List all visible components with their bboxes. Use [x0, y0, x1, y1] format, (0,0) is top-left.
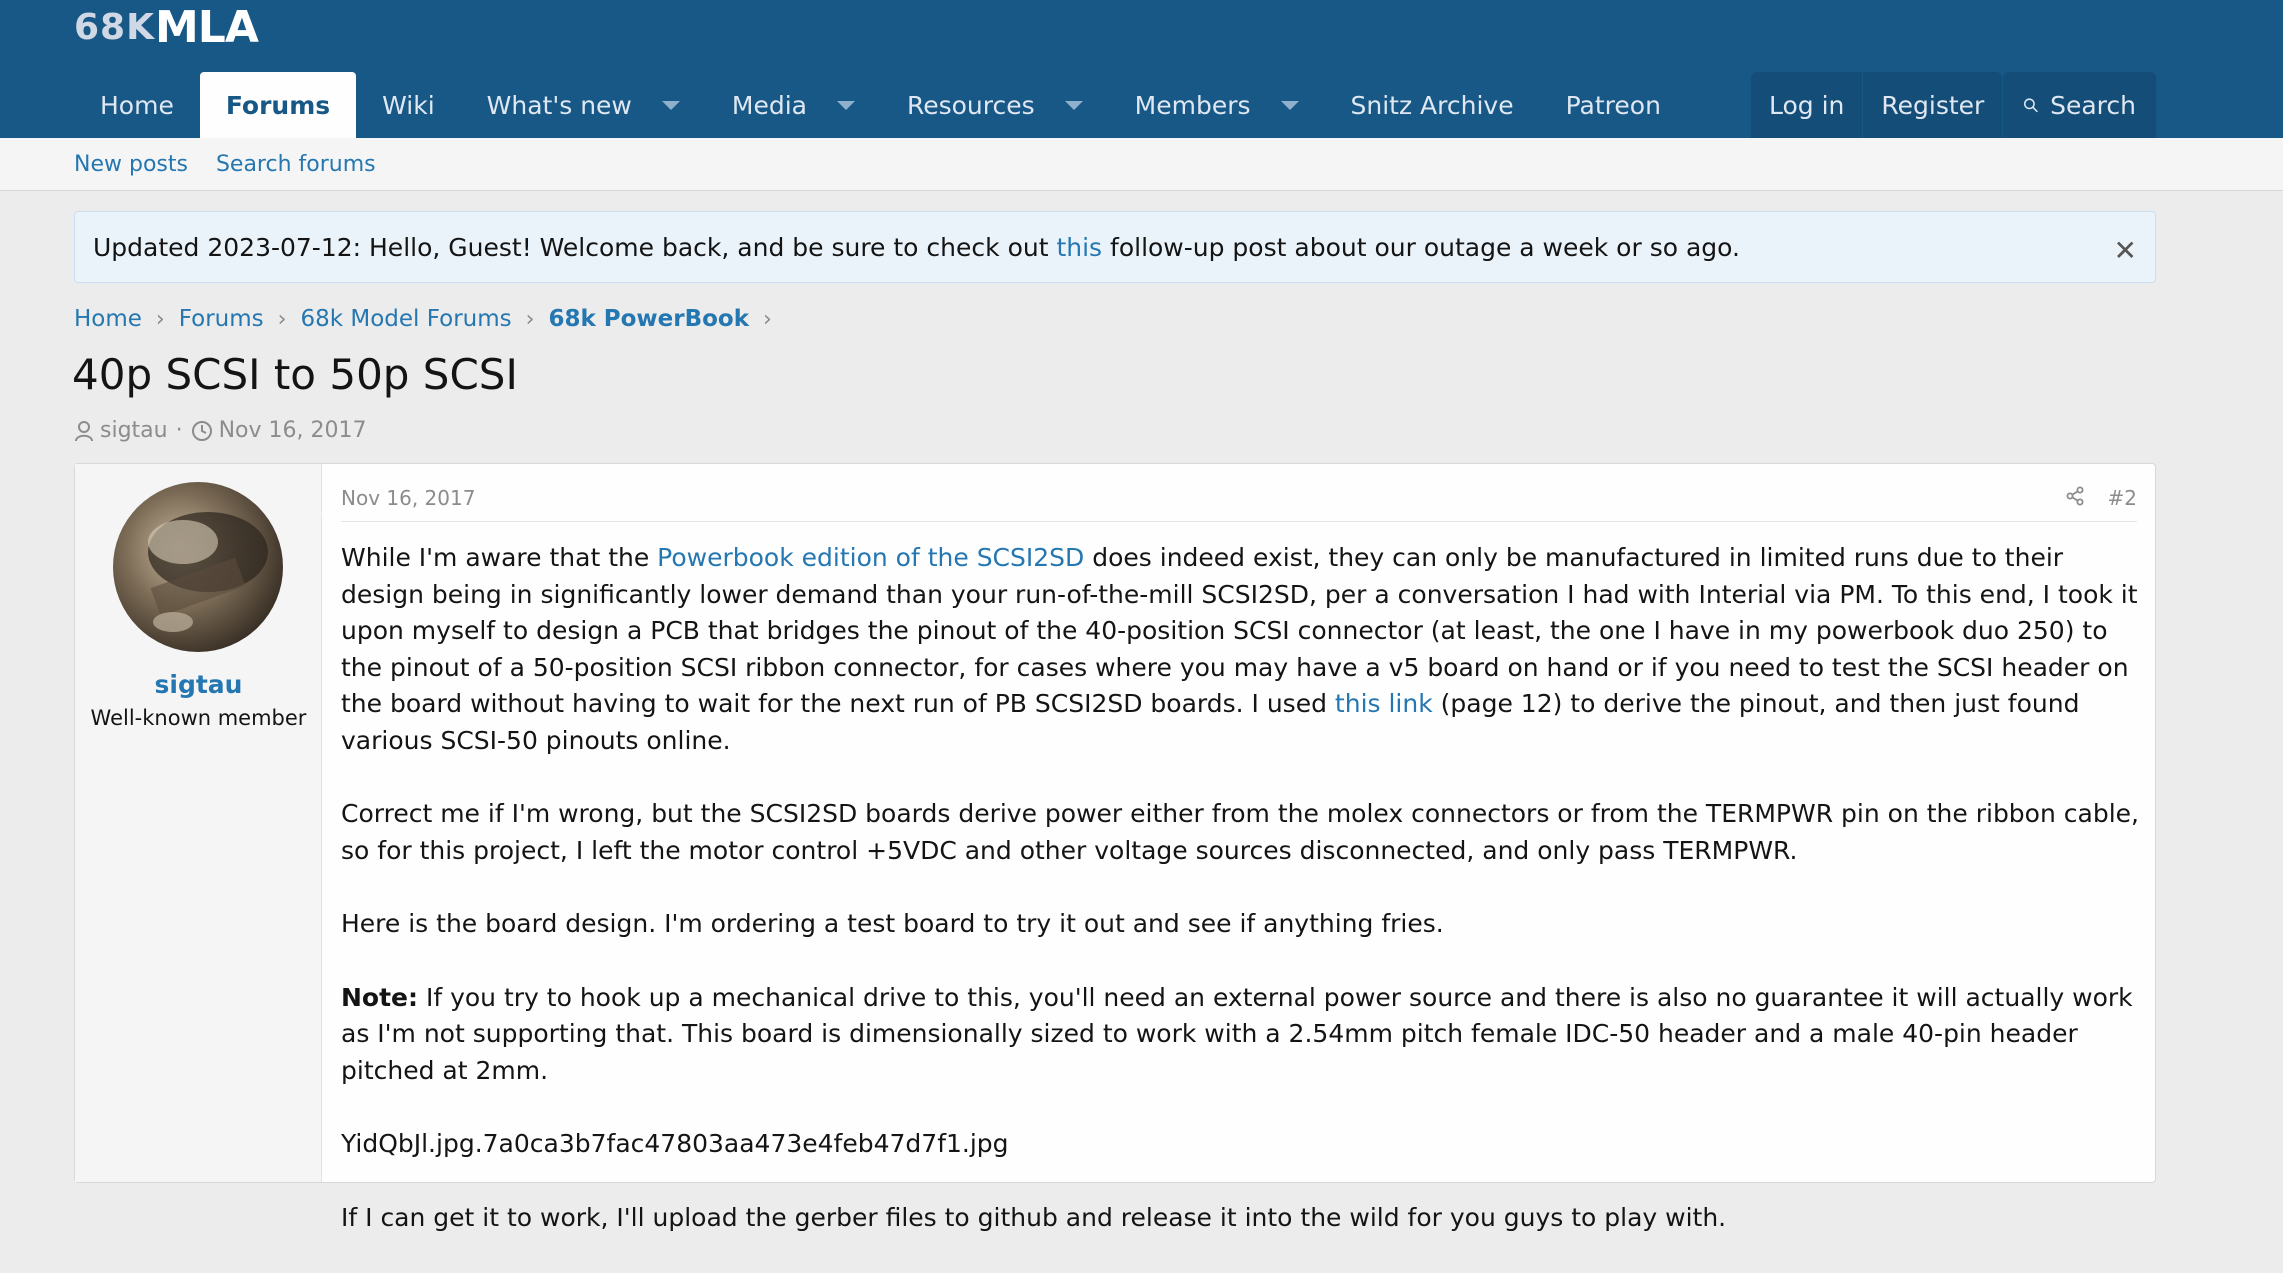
nav-whats-new-label: What's new: [486, 90, 632, 120]
avatar-image: [148, 512, 268, 632]
nav-snitz-archive[interactable]: Snitz Archive: [1325, 72, 1540, 138]
notice-banner: Updated 2023-07-12: Hello, Guest! Welcom…: [74, 211, 2156, 283]
notice-text-before: Updated 2023-07-12: Hello, Guest! Welcom…: [93, 232, 1057, 262]
nav-forums[interactable]: Forums: [199, 72, 357, 138]
attachment-filename[interactable]: YidQbJl.jpg.7a0ca3b7fac47803aa473e4feb47…: [341, 1126, 2141, 1163]
chevron-down-icon[interactable]: [836, 100, 855, 110]
chevron-down-icon[interactable]: [1064, 100, 1083, 110]
breadcrumb-home[interactable]: Home: [74, 306, 142, 332]
avatar[interactable]: [113, 482, 283, 652]
nav-members-label: Members: [1134, 90, 1251, 120]
clock-icon: [191, 420, 212, 441]
post-paragraph: Correct me if I'm wrong, but the SCSI2SD…: [341, 799, 2139, 865]
note-label: Note:: [341, 982, 419, 1012]
nav-resources-label: Resources: [906, 90, 1035, 120]
powerbook-scsi2sd-link[interactable]: Powerbook edition of the SCSI2SD: [657, 543, 1084, 572]
user-icon: [75, 420, 93, 441]
notice-link[interactable]: this: [1056, 233, 1102, 262]
notice-text-after: follow-up post about our outage a week o…: [1102, 232, 1740, 262]
nav-home[interactable]: Home: [74, 72, 200, 138]
breadcrumb-forums[interactable]: Forums: [179, 306, 264, 332]
breadcrumb: Home › Forums › 68k Model Forums › 68k P…: [74, 306, 786, 332]
login-button[interactable]: Log in: [1751, 72, 1863, 138]
account-nav: Log in Register: [1751, 72, 2003, 138]
text-span: While I'm aware that the: [341, 543, 658, 572]
post-paragraph: If I can get it to work, I'll upload the…: [341, 1202, 1727, 1232]
main-nav: Home Forums Wiki What's new Media Resour…: [74, 72, 1687, 138]
nav-snitz-label: Snitz Archive: [1350, 90, 1514, 120]
nav-patreon-label: Patreon: [1565, 90, 1661, 120]
nav-home-label: Home: [100, 90, 174, 120]
nav-wiki[interactable]: Wiki: [356, 72, 461, 138]
share-icon[interactable]: [2065, 486, 2085, 511]
notice-text: Updated 2023-07-12: Hello, Guest! Welcom…: [93, 233, 1740, 262]
chevron-right-icon: ›: [525, 306, 535, 332]
logo-main: MLA: [155, 2, 259, 53]
nav-forums-label: Forums: [225, 90, 331, 120]
chevron-down-icon[interactable]: [1280, 100, 1299, 110]
chevron-right-icon: ›: [763, 306, 772, 332]
sub-nav: New posts Search forums: [0, 138, 2283, 191]
nav-whats-new[interactable]: What's new: [461, 72, 706, 138]
search-icon: [2023, 98, 2038, 113]
site-logo[interactable]: 68K MLA: [74, 2, 259, 53]
post-body: While I'm aware that the Powerbook editi…: [341, 540, 2141, 1273]
this-link[interactable]: this link: [1335, 689, 1433, 718]
post-paragraph: Note: If you try to hook up a mechanical…: [341, 980, 2141, 1090]
nav-patreon[interactable]: Patreon: [1540, 72, 1687, 138]
breadcrumb-68k-powerbook[interactable]: 68k PowerBook: [548, 306, 749, 332]
chevron-right-icon: ›: [277, 306, 287, 332]
post-username[interactable]: sigtau: [75, 670, 322, 699]
post-date[interactable]: Nov 16, 2017: [341, 486, 475, 510]
nav-resources[interactable]: Resources: [881, 72, 1109, 138]
thread-author[interactable]: sigtau: [100, 418, 168, 443]
nav-media-label: Media: [731, 90, 807, 120]
post-user-title: Well-known member: [90, 706, 307, 730]
close-icon[interactable]: ✕: [2114, 234, 2137, 267]
register-button[interactable]: Register: [1862, 72, 2003, 138]
chevron-right-icon: ›: [155, 306, 165, 332]
page-title: 40p SCSI to 50p SCSI: [72, 350, 518, 399]
nav-media[interactable]: Media: [706, 72, 881, 138]
post-paragraph: While I'm aware that the Powerbook editi…: [341, 540, 2141, 759]
nav-wiki-label: Wiki: [382, 90, 435, 120]
post-paragraph: Here is the board design. I'm ordering a…: [341, 909, 1444, 938]
post-container: sigtau Well-known member Nov 16, 2017 #2…: [74, 463, 2156, 1232]
new-posts-link[interactable]: New posts: [74, 152, 188, 177]
text-span: If you try to hook up a mechanical drive…: [341, 982, 2133, 1085]
chevron-down-icon[interactable]: [661, 100, 680, 110]
thread-meta: sigtau · Nov 16, 2017: [74, 418, 367, 443]
logo-prefix: 68K: [74, 7, 155, 48]
search-button[interactable]: Search: [2003, 72, 2156, 138]
post-user-pane: sigtau Well-known member: [75, 464, 322, 1182]
breadcrumb-68k-model-forums[interactable]: 68k Model Forums: [300, 306, 511, 332]
search-forums-link[interactable]: Search forums: [216, 152, 376, 177]
nav-members[interactable]: Members: [1109, 72, 1325, 138]
post-header: Nov 16, 2017 #2: [341, 484, 2137, 522]
search-label: Search: [2050, 90, 2136, 120]
site-header: 68K MLA Home Forums Wiki What's new Medi…: [0, 0, 2283, 138]
thread-date[interactable]: Nov 16, 2017: [219, 418, 367, 443]
meta-separator: ·: [175, 418, 183, 443]
post-arrow: [321, 502, 333, 526]
post-number[interactable]: #2: [2108, 486, 2137, 510]
